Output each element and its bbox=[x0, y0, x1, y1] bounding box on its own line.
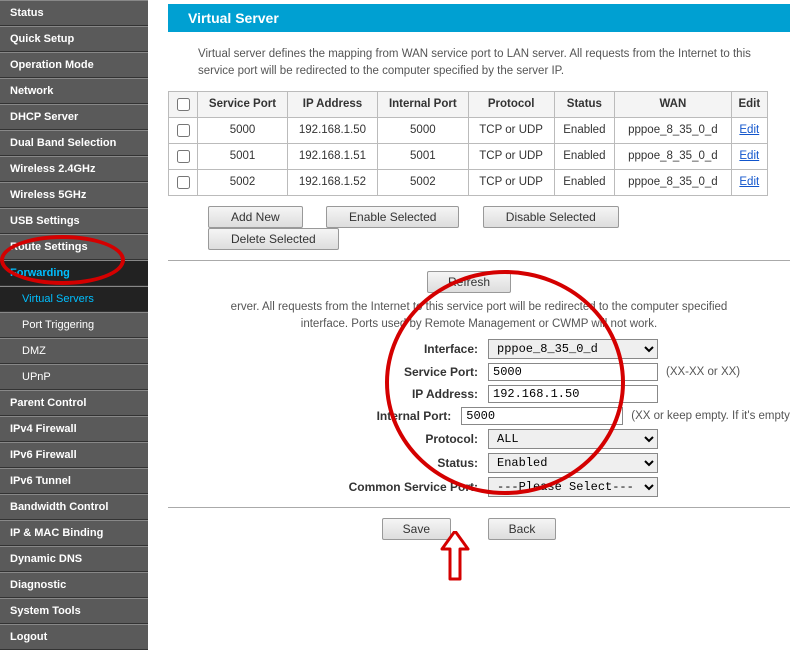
cell-internal-port: 5000 bbox=[377, 117, 468, 143]
select-all-checkbox[interactable] bbox=[177, 98, 190, 111]
cell-ip: 192.168.1.51 bbox=[287, 143, 377, 169]
cell-internal-port: 5001 bbox=[377, 143, 468, 169]
table-header-row: Service Port IP Address Internal Port Pr… bbox=[169, 91, 768, 117]
sidebar-item-status[interactable]: Status bbox=[0, 0, 148, 26]
cell-service-port: 5000 bbox=[198, 117, 288, 143]
sidebar: Status Quick Setup Operation Mode Networ… bbox=[0, 0, 148, 643]
th-edit: Edit bbox=[731, 91, 767, 117]
sidebar-item-wireless-5ghz[interactable]: Wireless 5GHz bbox=[0, 182, 148, 208]
th-status: Status bbox=[554, 91, 615, 117]
sidebar-item-logout[interactable]: Logout bbox=[0, 624, 148, 650]
common-service-port-select[interactable]: ---Please Select--- bbox=[488, 477, 658, 497]
cell-service-port: 5001 bbox=[198, 143, 288, 169]
service-port-input[interactable] bbox=[488, 363, 658, 381]
row-checkbox[interactable] bbox=[177, 124, 190, 137]
sidebar-item-dhcp-server[interactable]: DHCP Server bbox=[0, 104, 148, 130]
page-title: Virtual Server bbox=[168, 4, 790, 32]
cell-protocol: TCP or UDP bbox=[468, 143, 554, 169]
cell-wan: pppoe_8_35_0_d bbox=[615, 169, 731, 195]
sidebar-item-system-tools[interactable]: System Tools bbox=[0, 598, 148, 624]
label-common-service-port: Common Service Port: bbox=[168, 480, 488, 494]
enable-selected-button[interactable]: Enable Selected bbox=[326, 206, 459, 228]
sidebar-item-usb-settings[interactable]: USB Settings bbox=[0, 208, 148, 234]
disable-selected-button[interactable]: Disable Selected bbox=[483, 206, 619, 228]
sidebar-item-operation-mode[interactable]: Operation Mode bbox=[0, 52, 148, 78]
edit-link[interactable]: Edit bbox=[739, 124, 759, 136]
status-select[interactable]: Enabled bbox=[488, 453, 658, 473]
save-button[interactable]: Save bbox=[382, 518, 451, 540]
cell-protocol: TCP or UDP bbox=[468, 117, 554, 143]
cell-wan: pppoe_8_35_0_d bbox=[615, 143, 731, 169]
edit-link[interactable]: Edit bbox=[739, 150, 759, 162]
protocol-select[interactable]: ALL bbox=[488, 429, 658, 449]
content: Virtual Server Virtual server defines th… bbox=[148, 0, 800, 643]
sidebar-item-bandwidth-control[interactable]: Bandwidth Control bbox=[0, 494, 148, 520]
cell-status: Enabled bbox=[554, 143, 615, 169]
hint-service-port: (XX-XX or XX) bbox=[666, 366, 740, 378]
sidebar-item-ip-mac-binding[interactable]: IP & MAC Binding bbox=[0, 520, 148, 546]
sidebar-item-virtual-servers[interactable]: Virtual Servers bbox=[0, 286, 148, 312]
sidebar-item-ipv6-tunnel[interactable]: IPv6 Tunnel bbox=[0, 468, 148, 494]
sidebar-item-ipv4-firewall[interactable]: IPv4 Firewall bbox=[0, 416, 148, 442]
refresh-button[interactable]: Refresh bbox=[427, 271, 511, 293]
label-status: Status: bbox=[168, 456, 488, 470]
table-row: 5001 192.168.1.51 5001 TCP or UDP Enable… bbox=[169, 143, 768, 169]
sidebar-item-upnp[interactable]: UPnP bbox=[0, 364, 148, 390]
th-ip-address: IP Address bbox=[287, 91, 377, 117]
cell-protocol: TCP or UDP bbox=[468, 169, 554, 195]
row-checkbox[interactable] bbox=[177, 150, 190, 163]
cell-ip: 192.168.1.52 bbox=[287, 169, 377, 195]
sidebar-item-dmz[interactable]: DMZ bbox=[0, 338, 148, 364]
sidebar-item-route-settings[interactable]: Route Settings bbox=[0, 234, 148, 260]
label-interface: Interface: bbox=[168, 342, 488, 356]
cell-internal-port: 5002 bbox=[377, 169, 468, 195]
edit-link[interactable]: Edit bbox=[739, 176, 759, 188]
sidebar-item-dual-band[interactable]: Dual Band Selection bbox=[0, 130, 148, 156]
table-row: 5000 192.168.1.50 5000 TCP or UDP Enable… bbox=[169, 117, 768, 143]
delete-selected-button[interactable]: Delete Selected bbox=[208, 228, 339, 250]
label-service-port: Service Port: bbox=[168, 365, 488, 379]
interface-select[interactable]: pppoe_8_35_0_d bbox=[488, 339, 658, 359]
cell-wan: pppoe_8_35_0_d bbox=[615, 117, 731, 143]
ip-address-input[interactable] bbox=[488, 385, 658, 403]
sidebar-item-diagnostic[interactable]: Diagnostic bbox=[0, 572, 148, 598]
sidebar-item-forwarding[interactable]: Forwarding bbox=[0, 260, 148, 286]
virtual-server-table: Service Port IP Address Internal Port Pr… bbox=[168, 91, 768, 196]
cell-status: Enabled bbox=[554, 117, 615, 143]
label-protocol: Protocol: bbox=[168, 432, 488, 446]
sidebar-item-quick-setup[interactable]: Quick Setup bbox=[0, 26, 148, 52]
th-service-port: Service Port bbox=[198, 91, 288, 117]
th-wan: WAN bbox=[615, 91, 731, 117]
sidebar-item-dynamic-dns[interactable]: Dynamic DNS bbox=[0, 546, 148, 572]
sidebar-item-port-triggering[interactable]: Port Triggering bbox=[0, 312, 148, 338]
sidebar-item-parent-control[interactable]: Parent Control bbox=[0, 390, 148, 416]
row-checkbox[interactable] bbox=[177, 176, 190, 189]
th-protocol: Protocol bbox=[468, 91, 554, 117]
label-internal-port: Internal Port: bbox=[168, 409, 461, 423]
separator bbox=[168, 260, 790, 261]
sidebar-item-ipv6-firewall[interactable]: IPv6 Firewall bbox=[0, 442, 148, 468]
form-help-text: erver. All requests from the Internet to… bbox=[208, 299, 750, 334]
separator bbox=[168, 507, 790, 508]
form-area: Interface: pppoe_8_35_0_d Service Port: … bbox=[168, 339, 790, 497]
back-button[interactable]: Back bbox=[488, 518, 557, 540]
cell-status: Enabled bbox=[554, 169, 615, 195]
page-description: Virtual server defines the mapping from … bbox=[168, 46, 790, 81]
table-row: 5002 192.168.1.52 5002 TCP or UDP Enable… bbox=[169, 169, 768, 195]
sidebar-item-network[interactable]: Network bbox=[0, 78, 148, 104]
hint-internal-port: (XX or keep empty. If it's empty, In bbox=[631, 410, 790, 422]
internal-port-input[interactable] bbox=[461, 407, 623, 425]
label-ip-address: IP Address: bbox=[168, 387, 488, 401]
cell-ip: 192.168.1.50 bbox=[287, 117, 377, 143]
cell-service-port: 5002 bbox=[198, 169, 288, 195]
add-new-button[interactable]: Add New bbox=[208, 206, 303, 228]
th-internal-port: Internal Port bbox=[377, 91, 468, 117]
sidebar-item-wireless-24ghz[interactable]: Wireless 2.4GHz bbox=[0, 156, 148, 182]
